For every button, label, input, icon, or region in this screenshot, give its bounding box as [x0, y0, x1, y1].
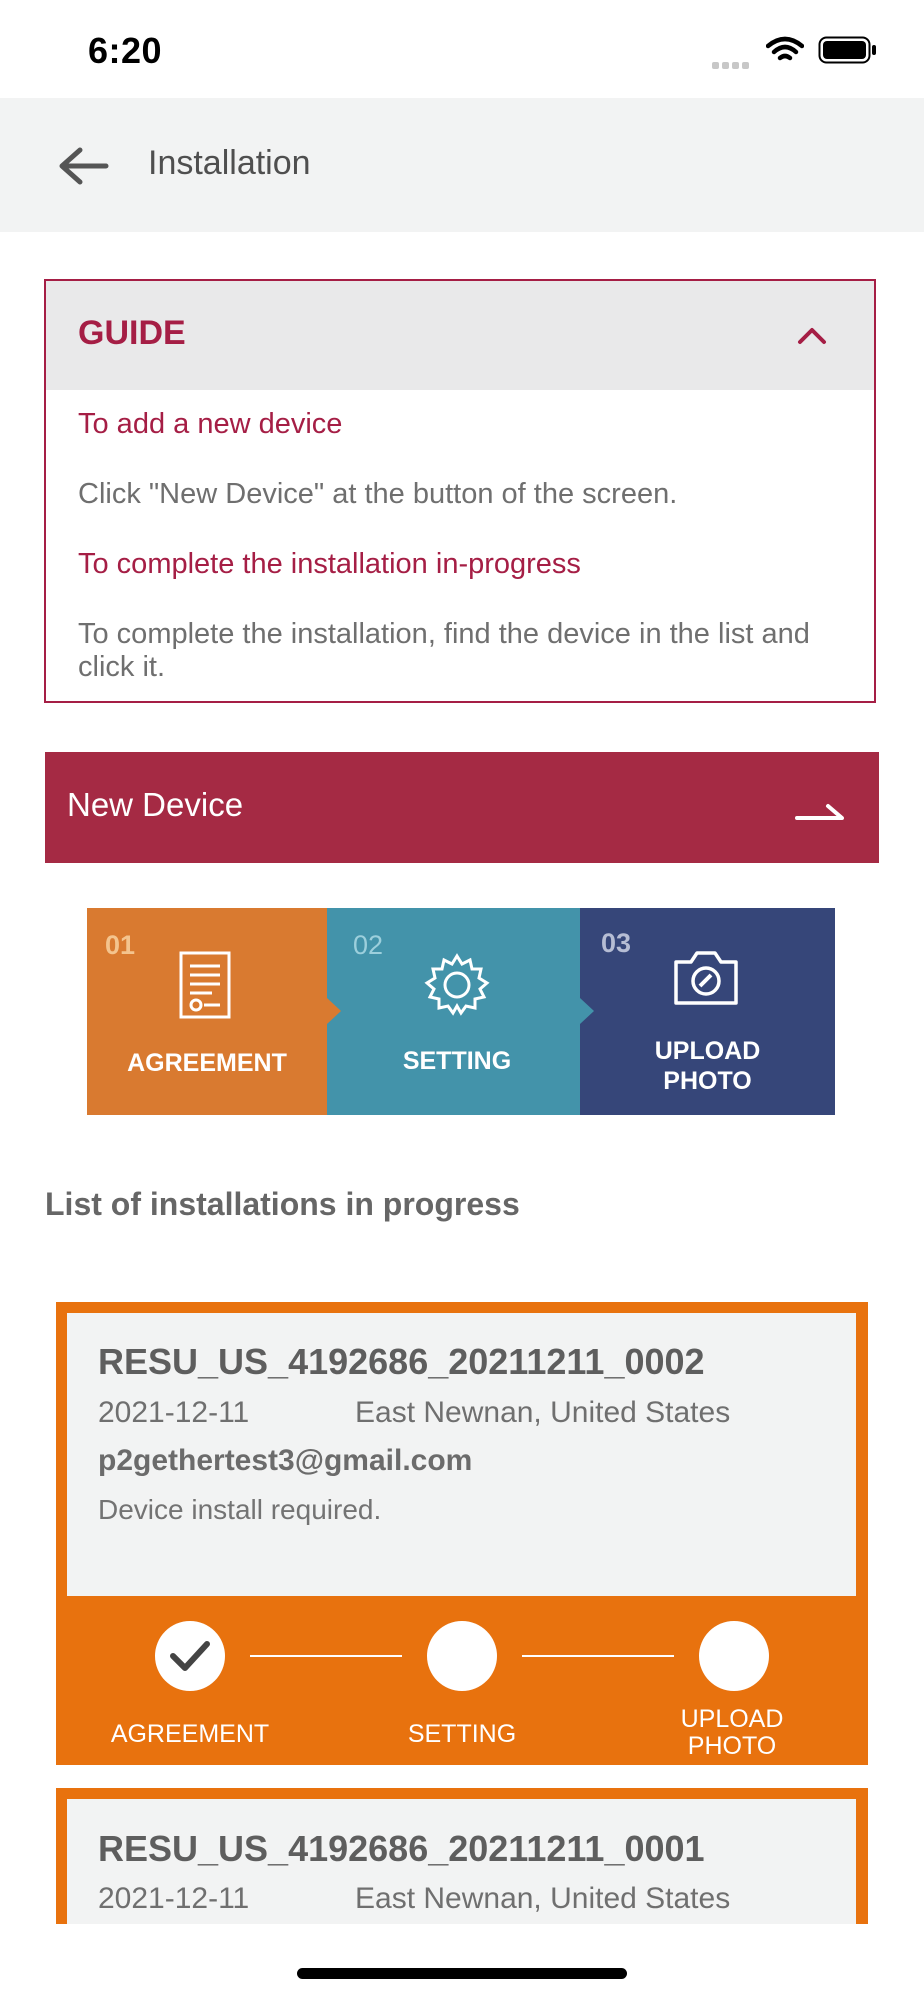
- step-number: 03: [601, 928, 632, 958]
- new-device-label: New Device: [67, 786, 244, 823]
- step-label: SETTING: [402, 1047, 512, 1075]
- gear-icon: [424, 953, 490, 1016]
- progress-label: SETTING: [407, 1720, 517, 1748]
- camera-icon: [674, 951, 738, 1005]
- home-indicator[interactable]: [297, 1968, 627, 1979]
- step-number: 01: [105, 930, 136, 960]
- installation-date: 2021-12-11: [98, 1882, 250, 1915]
- step-divider: [580, 998, 594, 1024]
- progress-step-upload-photo: [699, 1621, 769, 1691]
- installation-date: 2021-12-11: [98, 1396, 250, 1429]
- guide-heading-add-device: To add a new device: [78, 408, 343, 440]
- wifi-icon: [766, 36, 804, 61]
- installation-email: p2gethertest3@gmail.com: [98, 1444, 473, 1477]
- progress-connector: [522, 1655, 674, 1657]
- collapse-guide-button[interactable]: [790, 318, 834, 354]
- battery-icon: [818, 36, 876, 64]
- progress-label: UPLOAD PHOTO: [680, 1705, 784, 1760]
- page-title: Installation: [148, 144, 311, 182]
- cellular-signal-icon: [712, 56, 752, 69]
- status-time: 6:20: [88, 30, 163, 71]
- guide-title: GUIDE: [78, 314, 186, 352]
- checkmark-icon: [170, 1641, 210, 1671]
- installation-id: RESU_US_4192686_20211211_0001: [98, 1828, 705, 1869]
- step-divider: [327, 998, 341, 1024]
- installation-location: East Newnan, United States: [355, 1396, 731, 1429]
- installation-id: RESU_US_4192686_20211211_0002: [98, 1341, 705, 1382]
- guide-text-complete-installation: To complete the installation, find the d…: [78, 618, 810, 683]
- step-number: 02: [353, 930, 384, 960]
- guide-heading-complete-installation: To complete the installation in-progress: [78, 548, 581, 580]
- back-button[interactable]: [52, 138, 116, 194]
- step-label: UPLOAD PHOTO: [654, 1037, 761, 1095]
- guide-text-add-device: Click "New Device" at the button of the …: [78, 478, 678, 510]
- installation-location: East Newnan, United States: [355, 1882, 731, 1915]
- arrow-left-icon: [59, 147, 109, 185]
- bottom-safe-area: [0, 1924, 924, 2000]
- progress-step-setting: [427, 1621, 497, 1691]
- progress-label: AGREEMENT: [110, 1720, 270, 1748]
- step-label: AGREEMENT: [127, 1049, 287, 1077]
- progress-connector: [250, 1655, 402, 1657]
- installation-status: Device install required.: [98, 1494, 382, 1525]
- app-header: [0, 98, 924, 232]
- arrow-right-icon: [795, 804, 844, 820]
- installations-list-title: List of installations in progress: [45, 1186, 520, 1222]
- chevron-up-icon: [798, 328, 826, 344]
- document-icon: [179, 951, 231, 1019]
